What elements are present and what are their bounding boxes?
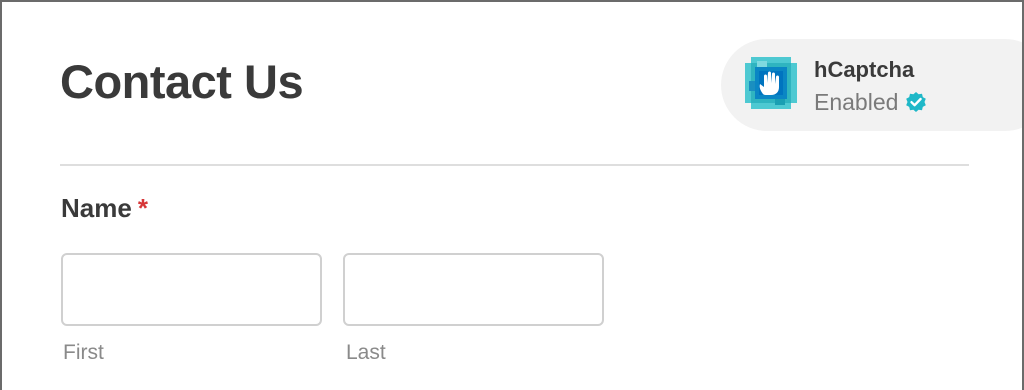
last-name-input[interactable] (343, 253, 604, 326)
hcaptcha-logo-icon (745, 57, 797, 109)
first-name-input[interactable] (61, 253, 322, 326)
form-container: Contact Us hCaptcha Enabled Name * First… (0, 0, 1024, 390)
first-name-sublabel: First (63, 341, 104, 364)
badge-name: hCaptcha (814, 57, 915, 82)
badge-status-text: Enabled (814, 88, 899, 115)
badge-status: Enabled (814, 90, 928, 114)
last-name-sublabel: Last (346, 341, 386, 364)
verified-check-icon (906, 92, 927, 112)
required-indicator: * (137, 193, 148, 223)
divider (60, 164, 969, 166)
name-label-text: Name (61, 193, 132, 223)
hcaptcha-status-badge: hCaptcha Enabled (721, 39, 1022, 131)
page-title: Contact Us (60, 55, 304, 108)
name-field-label: Name * (61, 195, 148, 221)
